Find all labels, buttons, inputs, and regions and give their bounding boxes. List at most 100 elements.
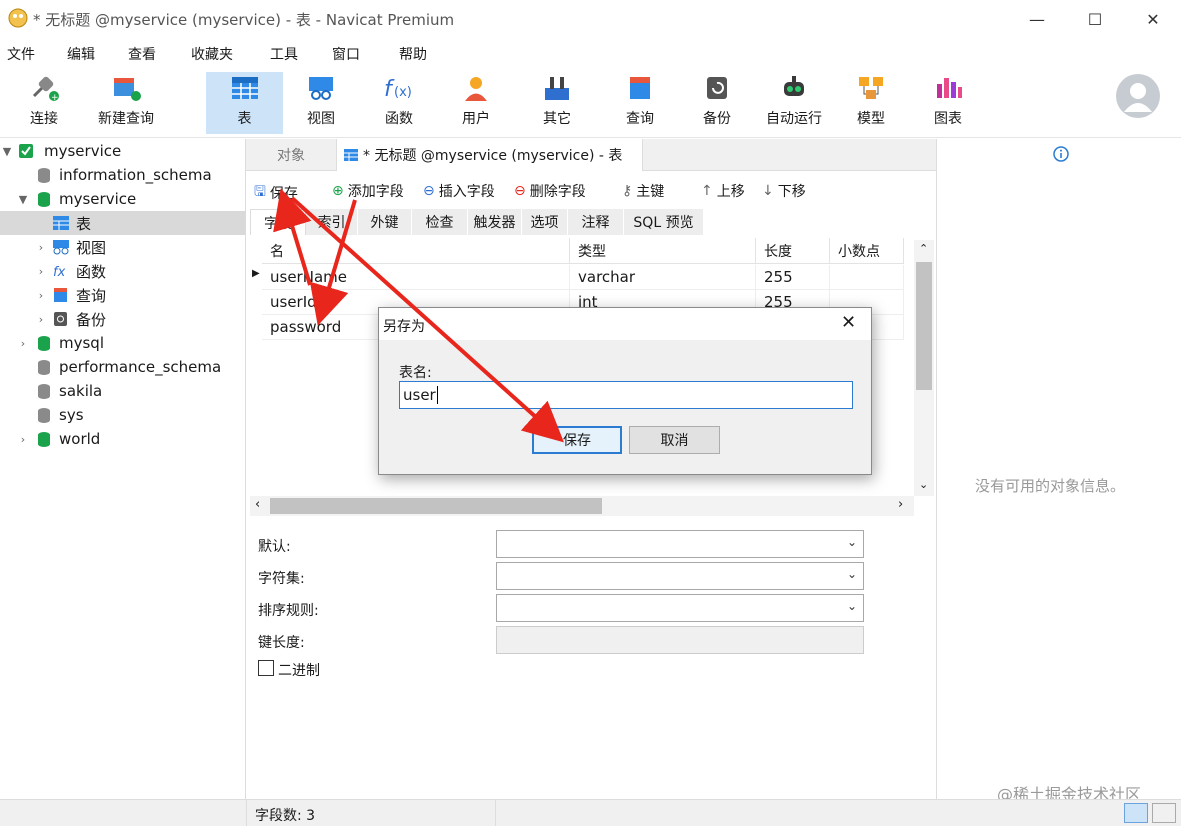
tree-item-information-schema[interactable]: information_schema bbox=[0, 163, 246, 187]
menu-edit[interactable]: 编辑 bbox=[67, 44, 95, 64]
menu-window[interactable]: 窗口 bbox=[332, 44, 360, 64]
tab-objects[interactable]: 对象 bbox=[246, 139, 336, 171]
charset-select[interactable]: ⌄ bbox=[496, 562, 864, 590]
connect-button[interactable]: + 连接 bbox=[10, 72, 78, 134]
column-header-length[interactable]: 长度 bbox=[756, 238, 830, 264]
tree-item-world[interactable]: › world bbox=[0, 427, 246, 451]
layout-split-icon[interactable] bbox=[1152, 803, 1176, 823]
chevron-right-icon[interactable]: › bbox=[34, 313, 48, 326]
chevron-right-icon[interactable]: › bbox=[34, 265, 48, 278]
function-label: 函数 bbox=[385, 111, 413, 127]
tab-options[interactable]: 选项 bbox=[522, 209, 568, 235]
delete-field-button[interactable]: ⊖ 删除字段 bbox=[514, 181, 586, 201]
tree-item-mysql[interactable]: › mysql bbox=[0, 331, 246, 355]
menu-view[interactable]: 查看 bbox=[128, 44, 156, 64]
tree-item-views[interactable]: › 视图 bbox=[0, 235, 246, 259]
table-toolbar-button[interactable]: 表 bbox=[206, 72, 283, 134]
tab-fields[interactable]: 字段 bbox=[250, 209, 306, 235]
query-icon bbox=[54, 288, 67, 302]
primary-key-button[interactable]: ⚷ 主键 bbox=[622, 181, 664, 201]
scroll-up-icon[interactable]: ⌃ bbox=[919, 242, 928, 255]
tab-sql-preview[interactable]: SQL 预览 bbox=[624, 209, 704, 235]
binary-checkbox[interactable] bbox=[258, 660, 274, 676]
scroll-thumb[interactable] bbox=[916, 262, 932, 390]
add-field-button[interactable]: ⊕ 添加字段 bbox=[332, 181, 404, 201]
automation-toolbar-button[interactable]: 自动运行 bbox=[760, 72, 828, 134]
chevron-right-icon[interactable]: › bbox=[16, 337, 30, 350]
move-down-button[interactable]: ↓ 下移 bbox=[762, 181, 806, 201]
tree-item-queries[interactable]: › 查询 bbox=[0, 283, 246, 307]
tab-comments[interactable]: 注释 bbox=[568, 209, 624, 235]
tree-item-performance-schema[interactable]: performance_schema bbox=[0, 355, 246, 379]
table-design-tabs: 字段 索引 外键 检查 触发器 选项 注释 SQL 预览 bbox=[250, 209, 936, 235]
tab-triggers[interactable]: 触发器 bbox=[468, 209, 522, 235]
chevron-right-icon[interactable]: › bbox=[34, 289, 48, 302]
menu-file[interactable]: 文件 bbox=[7, 44, 35, 64]
scroll-right-icon[interactable]: › bbox=[898, 497, 903, 512]
tab-table-editor[interactable]: * 无标题 @myservice (myservice) - 表 bbox=[336, 139, 643, 171]
tree-label: world bbox=[59, 430, 101, 448]
tree-item-sys[interactable]: sys bbox=[0, 403, 246, 427]
tree-item-myservice-db[interactable]: ▼ myservice bbox=[0, 187, 246, 211]
info-icon[interactable] bbox=[1053, 146, 1069, 162]
avatar[interactable] bbox=[1116, 74, 1160, 118]
chevron-right-icon[interactable]: › bbox=[16, 433, 30, 446]
minimize-button[interactable]: — bbox=[1008, 0, 1066, 38]
tree-label: performance_schema bbox=[59, 358, 222, 376]
collation-select[interactable]: ⌄ bbox=[496, 594, 864, 622]
field-name-cell[interactable]: userName bbox=[262, 265, 570, 290]
insert-field-button[interactable]: ⊖ 插入字段 bbox=[423, 181, 495, 201]
menu-favorites[interactable]: 收藏夹 bbox=[191, 44, 233, 64]
other-toolbar-button[interactable]: 其它 bbox=[522, 72, 592, 134]
column-header-type[interactable]: 类型 bbox=[570, 238, 756, 264]
backup-toolbar-button[interactable]: 备份 bbox=[686, 72, 748, 134]
save-button[interactable]: 🖫 保存 bbox=[254, 181, 298, 205]
user-toolbar-button[interactable]: 用户 bbox=[443, 72, 509, 134]
chevron-down-icon[interactable]: ▼ bbox=[16, 193, 30, 206]
default-select[interactable]: ⌄ bbox=[496, 530, 864, 558]
move-up-button[interactable]: ↑ 上移 bbox=[701, 181, 745, 201]
tree-label: mysql bbox=[59, 334, 104, 352]
query-toolbar-button[interactable]: 查询 bbox=[608, 72, 672, 134]
new-query-button[interactable]: 新建查询 bbox=[90, 72, 162, 134]
layout-panel-icon[interactable] bbox=[1124, 803, 1148, 823]
table-name-input[interactable]: user bbox=[399, 381, 853, 409]
dialog-save-button[interactable]: 保存 bbox=[532, 426, 622, 454]
column-header-decimals[interactable]: 小数点 bbox=[830, 238, 904, 264]
menu-tools[interactable]: 工具 bbox=[270, 44, 298, 64]
scroll-thumb[interactable] bbox=[270, 498, 602, 514]
function-toolbar-button[interactable]: f (x) 函数 bbox=[366, 72, 432, 134]
horizontal-scrollbar[interactable]: ‹ › bbox=[250, 496, 914, 516]
chart-toolbar-button[interactable]: 图表 bbox=[916, 72, 980, 134]
tree-item-functions[interactable]: › fx 函数 bbox=[0, 259, 246, 283]
title-bar: * 无标题 @myservice (myservice) - 表 - Navic… bbox=[0, 0, 1181, 38]
close-window-button[interactable]: ✕ bbox=[1124, 0, 1181, 38]
robot-icon bbox=[784, 76, 804, 96]
tree-item-sakila[interactable]: sakila bbox=[0, 379, 246, 403]
menu-help[interactable]: 帮助 bbox=[399, 44, 427, 64]
tree-item-backups[interactable]: › 备份 bbox=[0, 307, 246, 331]
dialog-cancel-button[interactable]: 取消 bbox=[629, 426, 720, 454]
model-toolbar-button[interactable]: 模型 bbox=[840, 72, 902, 134]
chevron-down-icon[interactable]: ▼ bbox=[0, 145, 14, 158]
dialog-close-icon[interactable]: ✕ bbox=[841, 312, 856, 333]
maximize-button[interactable]: ☐ bbox=[1066, 0, 1124, 38]
database-icon bbox=[38, 407, 50, 423]
tab-label: * 无标题 @myservice (myservice) - 表 bbox=[363, 148, 623, 164]
avatar-person-icon bbox=[1124, 83, 1152, 112]
tab-indexes[interactable]: 索引 bbox=[306, 209, 358, 235]
tab-checks[interactable]: 检查 bbox=[412, 209, 468, 235]
scroll-down-icon[interactable]: ⌄ bbox=[919, 478, 928, 491]
tree-item-connection-myservice[interactable]: ▼ myservice bbox=[0, 139, 246, 163]
chevron-right-icon[interactable]: › bbox=[34, 241, 48, 254]
view-icon bbox=[309, 77, 333, 100]
view-toolbar-button[interactable]: 视图 bbox=[288, 72, 354, 134]
tree-item-tables[interactable]: 表 bbox=[0, 211, 246, 235]
vertical-scrollbar[interactable]: ⌃ ⌄ bbox=[914, 240, 934, 496]
field-type-cell[interactable]: varchar bbox=[570, 265, 756, 290]
tab-foreign-keys[interactable]: 外键 bbox=[358, 209, 412, 235]
scroll-left-icon[interactable]: ‹ bbox=[255, 497, 260, 512]
field-decimals-cell[interactable] bbox=[830, 265, 904, 290]
column-header-name[interactable]: 名 bbox=[262, 238, 570, 264]
field-length-cell[interactable]: 255 bbox=[756, 265, 830, 290]
